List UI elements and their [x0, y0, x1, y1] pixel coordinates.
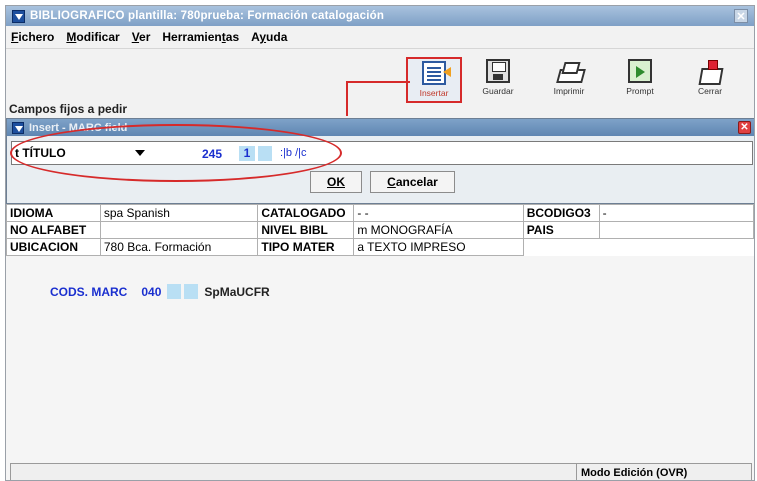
status-bar: Modo Edición (OVR): [10, 463, 752, 480]
menu-bar: Fichero Modificar Ver Herramientas Ayuda: [6, 26, 754, 48]
table-cell: NO ALFABET: [6, 221, 101, 239]
table-cell: UBICACION: [6, 238, 101, 256]
table-cell[interactable]: - -: [353, 204, 524, 222]
window-close-button[interactable]: ✕: [734, 9, 748, 23]
insert-label: Insertar: [419, 88, 449, 98]
app-logo-icon: [12, 9, 25, 23]
save-icon: [486, 59, 510, 83]
save-label: Guardar: [482, 86, 514, 96]
marc-codes-indicator-1: [167, 284, 182, 299]
table-cell[interactable]: [598, 221, 754, 239]
menu-modificar[interactable]: Modificar: [66, 30, 119, 44]
main-window: BIBLIOGRAFICO plantilla: 780prueba: Form…: [5, 5, 755, 481]
annotation-line: [346, 81, 410, 83]
table-cell: PAIS: [522, 221, 600, 239]
table-cell: NIVEL BIBL: [257, 221, 355, 239]
window-titlebar[interactable]: BIBLIOGRAFICO plantilla: 780prueba: Form…: [6, 6, 754, 26]
printer-icon: [557, 59, 581, 83]
table-cell: TIPO MATER: [257, 238, 355, 256]
table-row: UBICACION 780 Bca. Formación TIPO MATER …: [6, 238, 754, 256]
window-title: BIBLIOGRAFICO plantilla: 780prueba: Form…: [30, 10, 385, 22]
prompt-icon: [628, 59, 652, 83]
menu-ver[interactable]: Ver: [132, 30, 151, 44]
dialog-close-button[interactable]: ✕: [738, 121, 751, 134]
marc-codes-label: CODS. MARC: [50, 284, 128, 299]
table-row: NO ALFABET NIVEL BIBL m MONOGRAFÍA PAIS: [6, 221, 754, 239]
print-label: Imprimir: [553, 86, 585, 96]
marc-codes-indicator-2: [184, 284, 199, 299]
ok-button[interactable]: OK: [310, 171, 362, 193]
prompt-button[interactable]: Prompt: [612, 57, 668, 103]
table-cell[interactable]: m MONOGRAFÍA: [353, 221, 524, 239]
table-cell: IDIOMA: [6, 204, 101, 222]
marc-codes-tag: 040: [141, 284, 162, 299]
close-button[interactable]: Cerrar: [682, 57, 738, 103]
menu-fichero[interactable]: Fichero: [11, 30, 54, 44]
close-label: Cerrar: [697, 86, 723, 96]
prompt-label: Prompt: [626, 86, 654, 96]
table-cell: BCODIGO3: [522, 204, 600, 222]
marc-codes-row[interactable]: CODS. MARC 040 SpMaUCFR: [50, 284, 270, 299]
fixed-fields-table: IDIOMA spa Spanish CATALOGADO - - BCODIG…: [6, 204, 754, 256]
table-cell: [523, 239, 599, 256]
table-cell[interactable]: spa Spanish: [99, 204, 259, 222]
insert-button[interactable]: Insertar: [406, 57, 462, 103]
annotation-line: [346, 81, 348, 116]
marc-codes-value: SpMaUCFR: [204, 284, 270, 299]
table-cell: CATALOGADO: [257, 204, 355, 222]
table-row: IDIOMA spa Spanish CATALOGADO - - BCODIG…: [6, 204, 754, 222]
table-cell[interactable]: 780 Bca. Formación: [99, 238, 259, 256]
annotation-ellipse: [10, 124, 342, 182]
menu-herramientas[interactable]: Herramientas: [162, 30, 239, 44]
save-button[interactable]: Guardar: [470, 57, 526, 103]
table-cell[interactable]: -: [598, 204, 754, 222]
cancel-button[interactable]: Cancelar: [370, 171, 455, 193]
table-cell[interactable]: a TEXTO IMPRESO: [353, 238, 524, 256]
table-cell: [599, 239, 753, 256]
insert-icon: [422, 61, 451, 85]
menu-ayuda[interactable]: Ayuda: [251, 30, 287, 44]
edit-mode-status: Modo Edición (OVR): [576, 464, 752, 480]
section-label: Campos fijos a pedir: [9, 102, 128, 116]
table-cell[interactable]: [99, 221, 259, 239]
dialog-logo-icon: [12, 121, 24, 134]
close-folder-icon: [698, 59, 722, 83]
print-button[interactable]: Imprimir: [541, 57, 597, 103]
